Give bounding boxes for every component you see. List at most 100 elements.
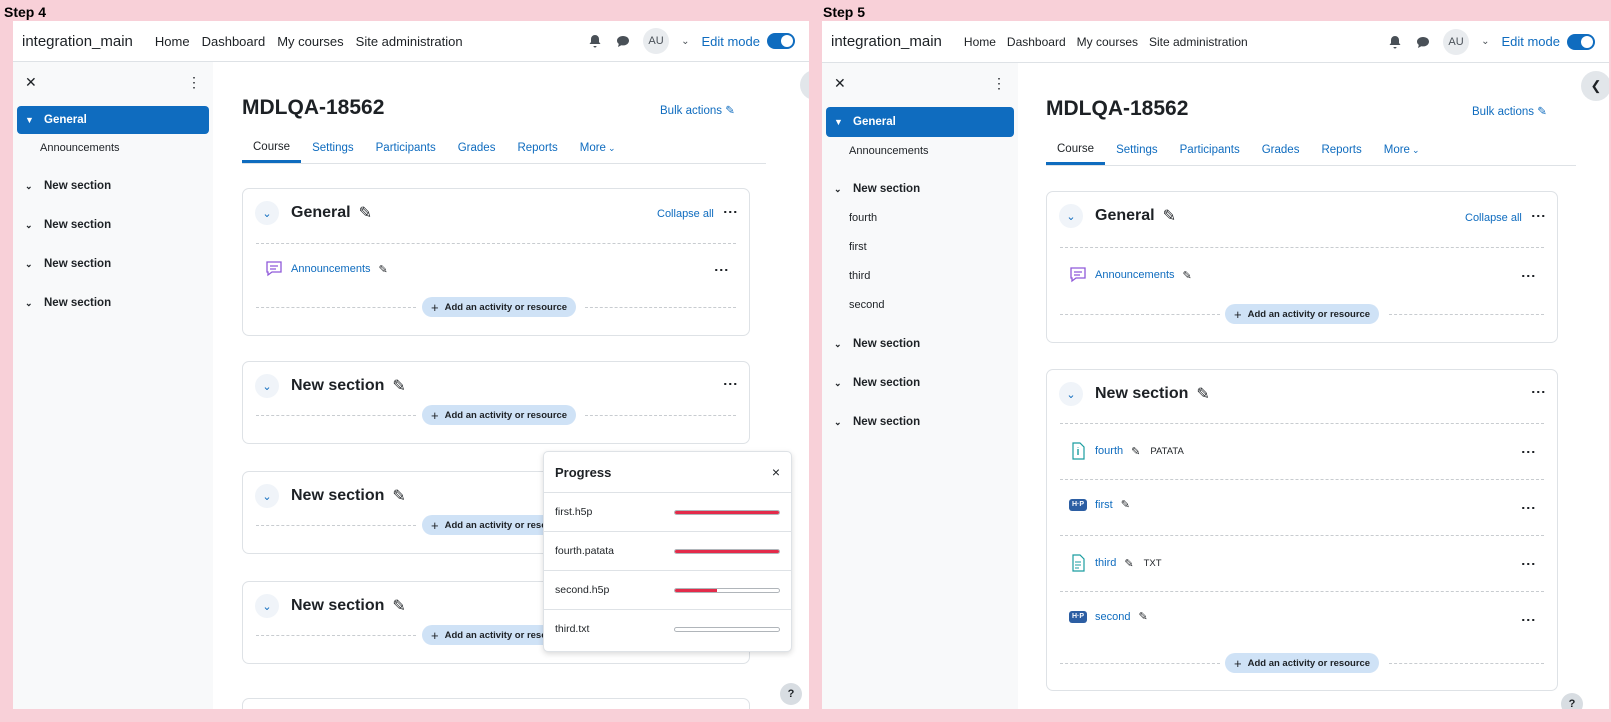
index-section[interactable]: ⌄ New section: [17, 250, 209, 278]
tab-grades[interactable]: Grades: [447, 133, 507, 163]
tab-settings[interactable]: Settings: [301, 133, 365, 163]
pencil-icon[interactable]: ✎: [359, 203, 372, 223]
close-icon[interactable]: ✕: [834, 75, 846, 92]
chevron-down-icon[interactable]: ⌄: [25, 220, 38, 231]
activity-link[interactable]: first: [1095, 499, 1113, 511]
index-item-announcements[interactable]: Announcements: [822, 137, 1018, 165]
kebab-icon[interactable]: ⋮: [1521, 501, 1537, 514]
collapse-all-link[interactable]: Collapse all: [1465, 212, 1522, 224]
pencil-icon[interactable]: ✎: [1183, 269, 1192, 282]
pencil-icon[interactable]: ✎: [1196, 384, 1209, 404]
kebab-icon[interactable]: ⋮: [1521, 557, 1537, 570]
add-activity-button[interactable]: + Add an activity or resource: [422, 297, 577, 317]
index-section[interactable]: ⌄ New section: [826, 408, 1014, 436]
kebab-icon[interactable]: ⋮: [1521, 269, 1537, 282]
kebab-icon[interactable]: ⋮: [1521, 613, 1537, 626]
chevron-down-icon[interactable]: ⌄: [255, 374, 279, 398]
pencil-icon[interactable]: ✎: [1131, 445, 1140, 458]
chevron-down-icon[interactable]: ⌄: [1059, 382, 1083, 406]
pencil-icon[interactable]: ✎: [1121, 498, 1130, 511]
chevron-down-icon[interactable]: ⌄: [25, 259, 38, 270]
pencil-icon[interactable]: ✎: [1163, 206, 1176, 226]
chat-icon[interactable]: [1415, 34, 1431, 50]
chevron-down-icon[interactable]: ⌄: [255, 594, 279, 618]
kebab-icon[interactable]: ⋮: [1531, 209, 1547, 222]
tab-participants[interactable]: Participants: [1169, 135, 1251, 165]
add-activity-button[interactable]: + Add an activity or resource: [1225, 304, 1380, 324]
chevron-left-icon[interactable]: ❮: [1581, 71, 1609, 101]
help-button[interactable]: ?: [1561, 693, 1583, 709]
edit-mode-switch[interactable]: Edit mode: [701, 33, 795, 49]
index-section[interactable]: ⌄ New section: [17, 211, 209, 239]
index-section[interactable]: ⌄ New section: [826, 369, 1014, 397]
toggle-icon[interactable]: [1567, 33, 1595, 50]
chevron-down-icon[interactable]: ⌄: [681, 36, 689, 47]
site-brand[interactable]: integration_main: [22, 33, 133, 50]
kebab-icon[interactable]: ⋮: [723, 377, 739, 390]
tab-more[interactable]: More ⌄: [569, 133, 627, 163]
kebab-icon[interactable]: ⋮: [1531, 385, 1547, 398]
chevron-down-icon[interactable]: ⌄: [255, 484, 279, 508]
activity-link[interactable]: Announcements: [291, 263, 371, 275]
chat-icon[interactable]: [615, 33, 631, 49]
pencil-icon[interactable]: ✎: [392, 486, 405, 506]
tab-participants[interactable]: Participants: [365, 133, 447, 163]
pencil-icon[interactable]: ✎: [379, 263, 388, 276]
chevron-down-icon[interactable]: ▼: [25, 115, 38, 125]
tab-grades[interactable]: Grades: [1251, 135, 1311, 165]
chevron-down-icon[interactable]: ⌄: [834, 417, 847, 428]
index-section[interactable]: ⌄ New section: [826, 175, 1014, 203]
toggle-icon[interactable]: [767, 33, 795, 49]
chevron-down-icon[interactable]: ▼: [834, 117, 847, 127]
collapse-all-link[interactable]: Collapse all: [657, 208, 714, 220]
index-item-first[interactable]: first: [822, 232, 1018, 261]
bell-icon[interactable]: [1387, 34, 1403, 50]
nav-my-courses[interactable]: My courses: [1077, 35, 1138, 49]
pencil-icon[interactable]: ✎: [392, 596, 405, 616]
nav-site-administration[interactable]: Site administration: [356, 34, 463, 49]
user-avatar[interactable]: AU: [1443, 28, 1470, 55]
help-button[interactable]: ?: [780, 683, 802, 705]
chevron-down-icon[interactable]: ⌄: [1059, 204, 1083, 228]
nav-site-administration[interactable]: Site administration: [1149, 35, 1248, 49]
bulk-actions-button[interactable]: Bulk actions ✎: [660, 103, 735, 117]
activity-link[interactable]: fourth: [1095, 445, 1123, 457]
chevron-down-icon[interactable]: ⌄: [834, 184, 847, 195]
edit-mode-switch[interactable]: Edit mode: [1501, 33, 1595, 50]
chevron-down-icon[interactable]: ⌄: [25, 181, 38, 192]
index-section[interactable]: ⌄ New section: [826, 330, 1014, 358]
index-item-third[interactable]: third: [822, 261, 1018, 290]
bell-icon[interactable]: [587, 33, 603, 49]
index-section[interactable]: ⌄ New section: [17, 172, 209, 200]
activity-link[interactable]: Announcements: [1095, 269, 1175, 281]
index-item-second[interactable]: second: [822, 290, 1018, 319]
tab-course[interactable]: Course: [242, 133, 302, 163]
kebab-icon[interactable]: ⋮: [1521, 445, 1537, 458]
pencil-icon[interactable]: ✎: [1138, 610, 1147, 623]
index-item-fourth[interactable]: fourth: [822, 203, 1018, 232]
pencil-icon[interactable]: ✎: [392, 376, 405, 396]
chevron-down-icon[interactable]: ⌄: [25, 298, 38, 309]
activity-link[interactable]: third: [1095, 557, 1116, 569]
chevron-down-icon[interactable]: ⌄: [255, 201, 279, 225]
chevron-left-icon[interactable]: ❮: [800, 70, 809, 100]
nav-dashboard[interactable]: Dashboard: [1007, 35, 1066, 49]
site-brand[interactable]: integration_main: [831, 33, 942, 50]
activity-link[interactable]: second: [1095, 611, 1130, 623]
user-avatar[interactable]: AU: [643, 28, 670, 54]
nav-home[interactable]: Home: [964, 35, 996, 49]
add-activity-button[interactable]: + Add an activity or resource: [1225, 653, 1380, 673]
nav-home[interactable]: Home: [155, 34, 190, 49]
nav-my-courses[interactable]: My courses: [277, 34, 343, 49]
kebab-icon[interactable]: ⋮: [714, 263, 730, 276]
tab-reports[interactable]: Reports: [1310, 135, 1372, 165]
tab-reports[interactable]: Reports: [506, 133, 568, 163]
kebab-icon[interactable]: ⋮: [187, 74, 201, 91]
index-item-general[interactable]: ▼ General: [826, 107, 1014, 137]
add-activity-button[interactable]: + Add an activity or resource: [422, 405, 577, 425]
index-item-general[interactable]: ▼ General: [17, 106, 209, 134]
tab-course[interactable]: Course: [1046, 135, 1106, 165]
chevron-down-icon[interactable]: ⌄: [834, 378, 847, 389]
nav-dashboard[interactable]: Dashboard: [202, 34, 266, 49]
pencil-icon[interactable]: ✎: [1124, 557, 1133, 570]
